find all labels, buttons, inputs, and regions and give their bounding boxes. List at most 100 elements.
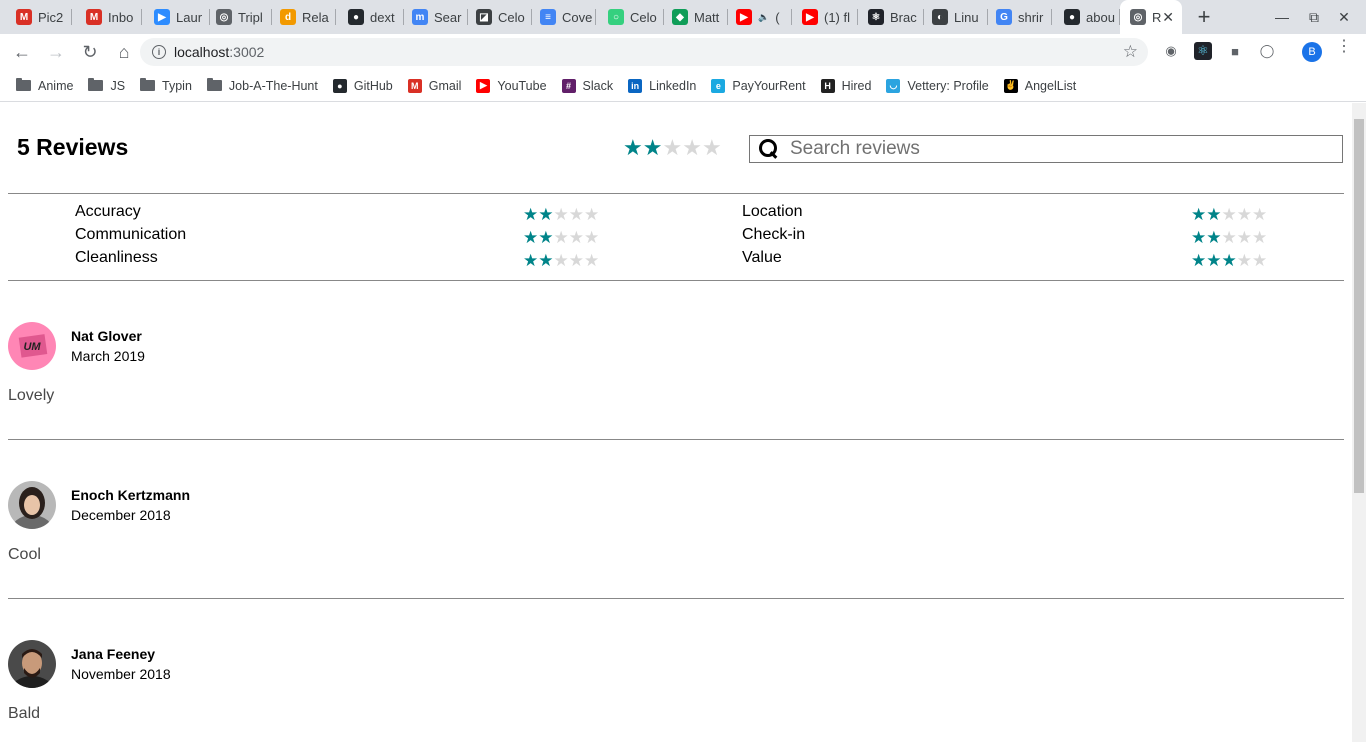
star-filled-icon: ★ — [1191, 205, 1207, 224]
avatar: UM — [8, 322, 56, 370]
react-devtools-icon[interactable]: ⚛ — [1194, 42, 1212, 60]
browser-tab[interactable]: ● abou — [1054, 0, 1120, 34]
new-tab-icon[interactable]: + — [1184, 0, 1224, 34]
star-filled-icon: ★ — [523, 205, 539, 224]
browser-tab[interactable]: ⚛ Brac — [858, 0, 924, 34]
browser-tab[interactable]: M Pic2 — [6, 0, 72, 34]
url-port: :3002 — [229, 44, 265, 60]
extension-icon[interactable]: ■ — [1226, 42, 1244, 60]
browser-tab[interactable]: ◎ R ✕ — [1120, 0, 1182, 34]
reviews-page: 5 Reviews ★★★★★ Accuracy★★★★★Communicati… — [0, 103, 1352, 742]
star-empty-icon: ★ — [1252, 251, 1268, 270]
category-rating-stars: ★ ★ ★ ★ ★ — [523, 252, 599, 269]
browser-tab[interactable]: d Rela — [270, 0, 336, 34]
star-filled-icon: ★ — [623, 135, 643, 160]
bookmark-label: JS — [110, 78, 126, 93]
browser-tab[interactable]: ≡ Cove — [530, 0, 596, 34]
audio-playing-icon[interactable]: 🔈 — [758, 12, 769, 23]
review-date: December 2018 — [71, 507, 171, 523]
bookmark-item[interactable]: Anime — [16, 78, 73, 93]
forward-icon[interactable]: → — [40, 36, 72, 68]
search-box[interactable] — [749, 135, 1343, 163]
bookmark-item[interactable]: H Hired — [820, 78, 872, 93]
bookmark-item[interactable]: M Gmail — [407, 78, 461, 93]
category-rating-stars: ★ ★ ★ ★ ★ — [523, 206, 599, 223]
star-empty-icon: ★ — [682, 135, 702, 160]
bookmark-item[interactable]: ◡ Vettery: Profile — [886, 78, 989, 93]
review-item: UM Nat Glover March 2019 Lovely — [8, 322, 1344, 422]
category-label: Cleanliness — [75, 249, 158, 266]
scrollbar-thumb[interactable] — [1354, 119, 1364, 493]
folder-icon — [16, 78, 31, 91]
browser-tab[interactable]: ◎ Tripl — [206, 0, 272, 34]
home-icon[interactable]: ⌂ — [108, 36, 140, 68]
browser-tab[interactable]: ▶ 🔈 ( — [726, 0, 792, 34]
angellist-icon: ✌ — [1003, 78, 1018, 93]
star-empty-icon: ★ — [584, 251, 600, 270]
bookmark-item[interactable]: e PayYourRent — [711, 78, 806, 93]
star-empty-icon: ★ — [1252, 228, 1268, 247]
bookmark-item[interactable]: ✌ AngelList — [1003, 78, 1076, 93]
review-text: Cool — [8, 546, 41, 563]
tab-title: abou — [1086, 9, 1115, 25]
close-window-icon[interactable]: ✕ — [1322, 0, 1366, 34]
tab-title: Pic2 — [38, 9, 64, 25]
celo-icon: ◪ — [476, 9, 492, 25]
browser-tab[interactable]: ◪ Celo — [466, 0, 532, 34]
review-date: November 2018 — [71, 666, 171, 682]
bookmark-item[interactable]: ▶ YouTube — [476, 78, 547, 93]
tab-title: Linu — [954, 9, 979, 25]
tab-title: Inbo — [108, 9, 134, 25]
react-icon: ⚛ — [868, 9, 884, 25]
bookmark-label: Hired — [841, 78, 872, 93]
profile-avatar[interactable]: B — [1302, 42, 1322, 62]
bookmark-label: LinkedIn — [649, 78, 697, 93]
browser-tab[interactable]: m Sear — [402, 0, 468, 34]
close-tab-icon[interactable]: ✕ — [1162, 9, 1174, 26]
browser-tab[interactable]: ○ Celo — [598, 0, 664, 34]
star-filled-icon: ★ — [523, 251, 539, 270]
divider — [8, 598, 1344, 599]
search-site-icon: m — [412, 9, 428, 25]
browser-tab[interactable]: Gshrir — [986, 0, 1052, 34]
review-text: Bald — [8, 705, 41, 722]
bookmark-item[interactable]: ● GitHub — [332, 78, 393, 93]
site-info-icon[interactable]: i — [152, 45, 166, 59]
bookmark-item[interactable]: # Slack — [561, 78, 613, 93]
star-filled-icon: ★ — [642, 135, 663, 160]
browser-tab[interactable]: ▶ (1) fl — [792, 0, 858, 34]
divider — [8, 439, 1344, 440]
bookmark-item[interactable]: Job-A-The-Hunt — [206, 78, 318, 93]
bookmark-item[interactable]: Typin — [140, 78, 192, 93]
bookmark-item[interactable]: JS — [88, 78, 126, 93]
sync-extension-icon[interactable]: ◯ — [1258, 42, 1276, 60]
search-input[interactable] — [790, 138, 1330, 160]
browser-tab[interactable]: ◆ Matt — [662, 0, 728, 34]
camera-icon[interactable]: ◉ — [1162, 42, 1180, 60]
browser-tab[interactable]: M Inbo — [76, 0, 142, 34]
gmail-icon: M — [16, 9, 32, 25]
star-empty-icon: ★ — [1252, 205, 1268, 224]
folder-icon — [88, 78, 104, 91]
category-rating-stars: ★ ★ ★ ★ ★ — [1191, 252, 1267, 269]
star-empty-icon: ★ — [1221, 228, 1237, 247]
page-scrollbar[interactable] — [1352, 103, 1366, 742]
browser-tab[interactable]: ◐ Linu — [922, 0, 988, 34]
divider — [8, 193, 1344, 194]
address-bar[interactable]: i localhost:3002 ☆ — [140, 38, 1148, 66]
browser-menu-icon[interactable]: ⋮ — [1336, 39, 1352, 55]
zoom-icon: ▶ — [154, 9, 170, 25]
star-empty-icon: ★ — [1236, 251, 1252, 270]
bookmark-item[interactable]: in LinkedIn — [628, 78, 697, 93]
github-icon: ● — [1064, 9, 1080, 25]
bookmark-star-icon[interactable]: ☆ — [1123, 42, 1138, 62]
browser-tab[interactable]: ● dext — [338, 0, 404, 34]
youtube-icon: ▶ — [476, 78, 491, 93]
reload-icon[interactable]: ↻ — [74, 36, 106, 68]
bookmark-label: Vettery: Profile — [907, 78, 989, 93]
back-icon[interactable]: ← — [6, 36, 38, 68]
review-item: Jana Feeney November 2018 Bald — [8, 640, 1344, 740]
github-icon: ● — [348, 9, 364, 25]
search-icon — [758, 138, 780, 160]
browser-tab[interactable]: ▶ Laur — [144, 0, 210, 34]
